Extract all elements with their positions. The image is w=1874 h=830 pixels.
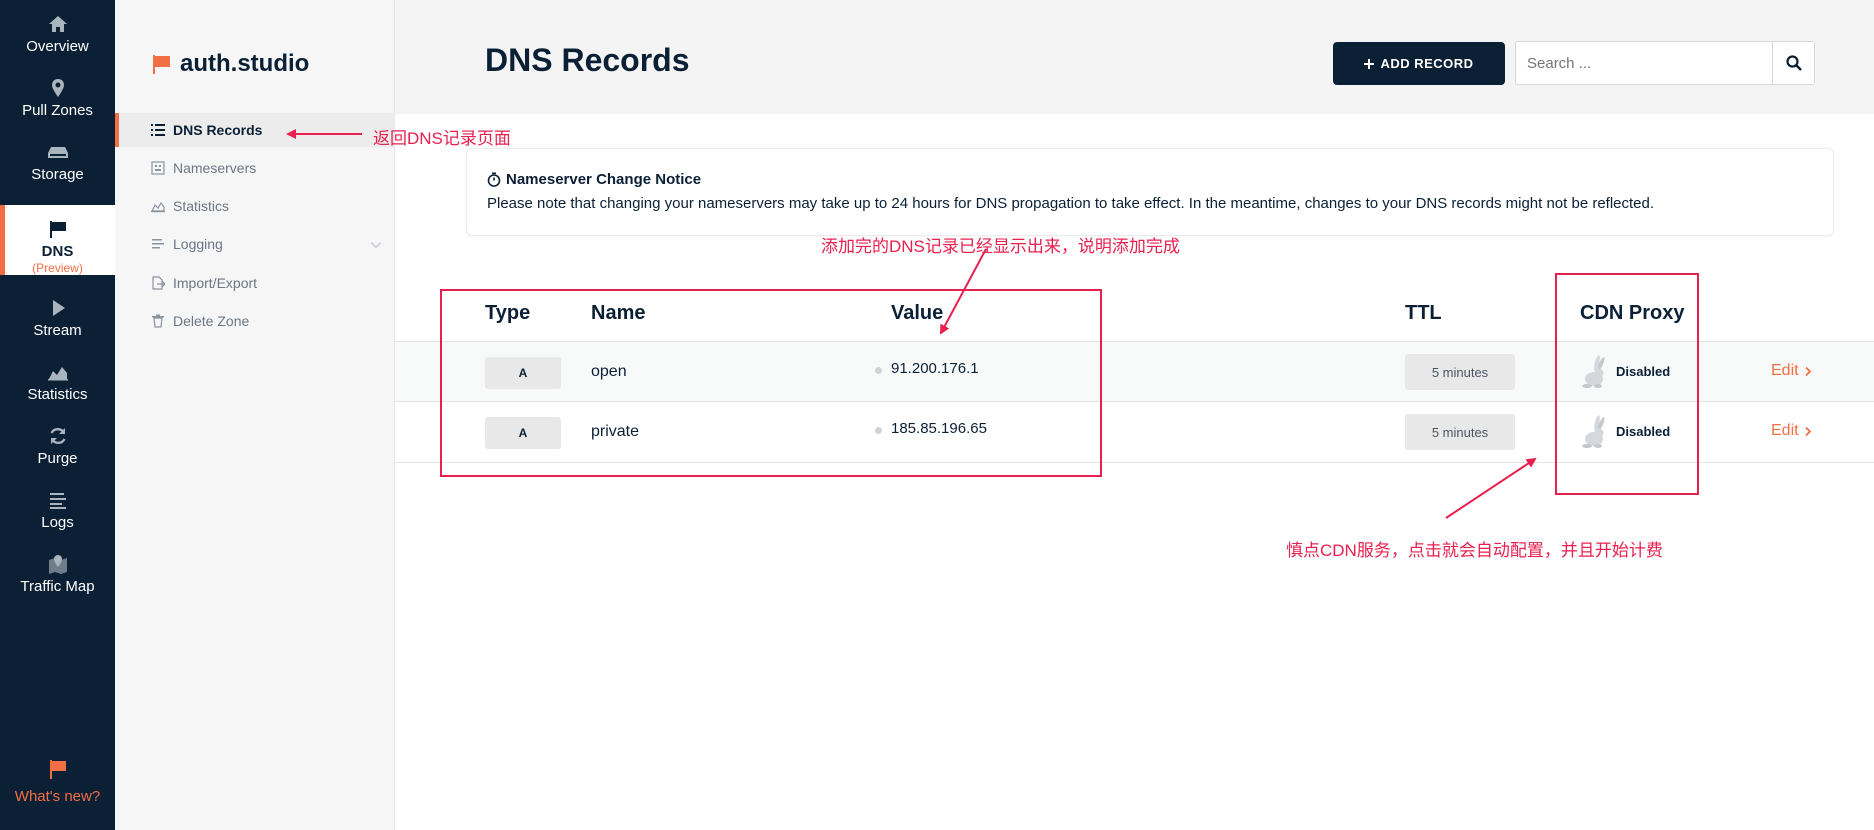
nav-dns[interactable]: DNS (Preview): [0, 205, 115, 275]
main-nav-rail: Overview Pull Zones Storage DNS (Preview…: [0, 0, 115, 830]
location-pin-icon: [51, 79, 64, 97]
annotation-box-cdn-proxy: [1555, 273, 1699, 495]
annotation-arrow-cdn: [1445, 457, 1537, 519]
nav-storage-label: Storage: [31, 166, 84, 183]
sidebar-item-statistics[interactable]: Statistics: [115, 189, 395, 223]
area-chart-icon: [151, 201, 165, 213]
page-title: DNS Records: [485, 42, 690, 78]
home-icon: [48, 16, 67, 32]
sidebar-item-label: Import/Export: [173, 275, 258, 291]
sidebar-item-logging[interactable]: Logging: [115, 227, 395, 261]
annotation-cdn-note: 慎点CDN服务，点击就会自动配置，并且开始计费: [1286, 541, 1663, 560]
stopwatch-icon: [487, 172, 501, 187]
nameserver-notice: Nameserver Change Notice Please note tha…: [466, 148, 1834, 236]
chevron-right-icon: [1804, 426, 1811, 436]
align-left-icon: [152, 239, 164, 249]
edit-record-link[interactable]: Edit: [1771, 422, 1812, 440]
sidebar-item-label: Delete Zone: [173, 313, 250, 329]
nav-logs-label: Logs: [41, 514, 74, 531]
nav-purge[interactable]: Purge: [0, 412, 115, 476]
search-input[interactable]: [1516, 42, 1772, 84]
server-grid-icon: [151, 161, 165, 175]
sidebar-item-label: DNS Records: [173, 122, 263, 138]
nav-logs[interactable]: Logs: [0, 476, 115, 540]
edit-label: Edit: [1771, 362, 1799, 379]
nav-pull-zones-label: Pull Zones: [22, 102, 93, 119]
nav-dns-preview-tag: (Preview): [32, 261, 83, 275]
sidebar-item-label: Statistics: [173, 198, 230, 214]
annotation-back-note: 返回DNS记录页面: [373, 129, 511, 148]
nav-stream[interactable]: Stream: [0, 284, 115, 348]
zone-name: auth.studio: [180, 50, 310, 77]
sidebar-item-delete-zone[interactable]: Delete Zone: [115, 304, 395, 338]
area-chart-icon: [47, 367, 68, 381]
zone-sidebar: auth.studio DNS Records Nameservers Stat…: [115, 0, 395, 830]
add-record-button[interactable]: ADD RECORD: [1333, 42, 1505, 85]
nav-purge-label: Purge: [37, 450, 78, 467]
sidebar-item-label: Nameservers: [173, 160, 257, 176]
sidebar-item-import-export[interactable]: Import/Export: [115, 266, 395, 300]
search-icon: [1785, 55, 1802, 71]
nav-dns-label: DNS: [41, 243, 74, 260]
add-record-label: ADD RECORD: [1380, 56, 1474, 71]
annotation-added-note: 添加完的DNS记录已经显示出来，说明添加完成: [821, 237, 1180, 256]
sidebar-item-dns-records[interactable]: DNS Records: [115, 113, 395, 147]
ttl-badge: 5 minutes: [1405, 414, 1515, 450]
nav-statistics[interactable]: Statistics: [0, 348, 115, 412]
dns-flag-icon: [49, 221, 66, 238]
storage-drive-icon: [47, 147, 68, 158]
lines-icon: [49, 493, 66, 509]
nav-overview[interactable]: Overview: [0, 0, 115, 64]
refresh-icon: [49, 427, 66, 445]
plus-icon: [1364, 58, 1375, 69]
nav-traffic-map-label: Traffic Map: [20, 578, 95, 595]
notice-title: Nameserver Change Notice: [487, 171, 1833, 188]
chevron-down-icon[interactable]: [369, 238, 383, 252]
notice-body: Please note that changing your nameserve…: [487, 195, 1655, 212]
play-icon: [52, 300, 65, 316]
search-button[interactable]: [1772, 42, 1814, 84]
column-header-ttl[interactable]: TTL: [1405, 302, 1442, 325]
whats-new-link[interactable]: What's new?: [0, 758, 115, 805]
annotation-box-records: [440, 289, 1102, 477]
zone-brand: auth.studio: [150, 50, 309, 78]
notice-title-text: Nameserver Change Notice: [506, 171, 702, 188]
file-export-icon: [152, 276, 165, 290]
nav-pull-zones[interactable]: Pull Zones: [0, 64, 115, 128]
sidebar-item-label: Logging: [173, 236, 223, 252]
trash-icon: [152, 314, 164, 328]
sidebar-item-nameservers[interactable]: Nameservers: [115, 151, 395, 185]
nav-statistics-label: Statistics: [27, 386, 88, 403]
whats-new-label: What's new?: [14, 788, 101, 805]
search-box: [1515, 41, 1815, 85]
nav-storage[interactable]: Storage: [0, 128, 115, 192]
flag-icon: [49, 760, 66, 779]
list-icon: [151, 124, 165, 136]
ttl-badge: 5 minutes: [1405, 354, 1515, 390]
nav-stream-label: Stream: [33, 322, 82, 339]
nav-overview-label: Overview: [26, 38, 89, 55]
edit-label: Edit: [1771, 422, 1799, 439]
chevron-right-icon: [1804, 366, 1811, 376]
nav-traffic-map[interactable]: Traffic Map: [0, 540, 115, 604]
map-pin-icon: [48, 555, 67, 574]
flag-icon: [153, 55, 170, 74]
edit-record-link[interactable]: Edit: [1771, 362, 1812, 380]
